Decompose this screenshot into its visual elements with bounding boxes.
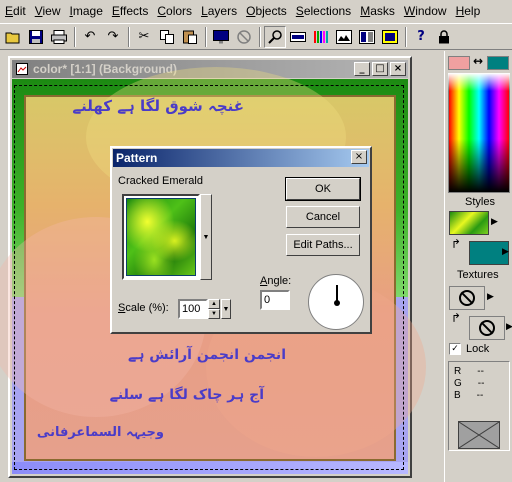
open-icon[interactable] <box>2 26 24 48</box>
dropdown-arrow-icon: ▼ <box>202 233 210 241</box>
scale-slider-button[interactable]: ▼ <box>221 299 231 319</box>
dropdown-arrow-icon: ▼ <box>222 305 230 313</box>
pattern-name: Cracked Emerald <box>118 175 203 187</box>
lock-label: Lock <box>466 343 490 355</box>
histogram-icon[interactable] <box>310 26 332 48</box>
foreground-color-swatch[interactable] <box>448 56 470 70</box>
menu-edit[interactable]: Edit <box>2 4 32 18</box>
paste-icon[interactable] <box>179 26 201 48</box>
toolbar-separator <box>128 26 130 47</box>
toolbar-separator <box>405 26 407 47</box>
toolbar-separator <box>259 26 261 47</box>
menu-bar: Edit View Image Effects Colors Layers Ob… <box>0 0 512 22</box>
print-icon[interactable] <box>48 26 70 48</box>
no-icon[interactable] <box>233 26 255 48</box>
scale-spinner[interactable]: ▲ ▼ <box>208 299 220 319</box>
screen-icon[interactable] <box>210 26 232 48</box>
style-menu-arrow-icon[interactable]: ▶ <box>491 217 498 227</box>
menu-window[interactable]: Window <box>401 4 453 18</box>
undo-icon[interactable]: ↶ <box>79 26 101 48</box>
texture-menu-arrow-icon[interactable]: ▶ <box>487 292 494 302</box>
background-texture-swatch[interactable] <box>469 316 505 340</box>
color-picker[interactable] <box>448 73 510 193</box>
maximize-button[interactable]: □ <box>372 62 388 76</box>
no-texture-icon <box>479 320 495 336</box>
menu-masks[interactable]: Masks <box>357 4 401 18</box>
swap-textures-icon[interactable]: ↱ <box>451 311 461 325</box>
spin-up-icon[interactable]: ▲ <box>208 299 220 309</box>
overview-icon[interactable] <box>379 26 401 48</box>
redo-icon[interactable]: ↷ <box>102 26 124 48</box>
workspace: color* [1:1] (Background) _ □ × غنچہ شوق… <box>0 51 442 482</box>
minimize-button[interactable]: _ <box>354 62 370 76</box>
rgb-row: R -- <box>454 366 484 377</box>
angle-input[interactable] <box>260 290 290 310</box>
document-icon <box>15 62 29 76</box>
save-icon[interactable] <box>25 26 47 48</box>
color-picker-highlight <box>448 73 510 91</box>
cancel-button[interactable]: Cancel <box>286 206 360 228</box>
rgb-row: G -- <box>454 378 485 389</box>
rgb-row: B -- <box>454 390 484 401</box>
style-menu-arrow-icon[interactable]: ▶ <box>502 247 509 257</box>
foreground-style-swatch[interactable] <box>449 211 489 235</box>
lock-icon[interactable] <box>433 26 455 48</box>
menu-selections[interactable]: Selections <box>293 4 357 18</box>
browser-icon[interactable] <box>333 26 355 48</box>
background-color-swatch[interactable] <box>487 56 509 70</box>
menu-layers[interactable]: Layers <box>198 4 243 18</box>
no-texture-icon <box>459 290 475 306</box>
toolbar-separator <box>74 26 76 47</box>
menu-image[interactable]: Image <box>67 4 109 18</box>
color-palette: ↔ Styles ▶ ↱ ▶ Textures ▶ ↱ ▶ ✓ Lock R --… <box>444 51 512 482</box>
dialog-close-button[interactable]: × <box>351 150 367 164</box>
cut-icon[interactable]: ✂ <box>133 26 155 48</box>
foreground-texture-swatch[interactable] <box>449 286 485 310</box>
angle-label: Angle: <box>260 275 292 287</box>
pattern-dropdown-button[interactable]: ▼ <box>200 194 212 280</box>
menu-help[interactable]: Help <box>453 4 487 18</box>
dialog-titlebar[interactable]: Pattern <box>113 149 369 167</box>
menu-objects[interactable]: Objects <box>243 4 293 18</box>
edit-paths-button[interactable]: Edit Paths... <box>286 234 360 256</box>
layers-palette-icon[interactable] <box>356 26 378 48</box>
toolbar: ↶ ↷ ✂ ? <box>0 23 512 50</box>
textures-label: Textures <box>457 269 499 281</box>
ok-button[interactable]: OK <box>285 177 361 201</box>
cross-icon <box>458 421 500 449</box>
menu-colors[interactable]: Colors <box>154 4 198 18</box>
close-button[interactable]: × <box>390 62 406 76</box>
spin-down-icon[interactable]: ▼ <box>208 309 220 319</box>
lock-checkbox[interactable]: ✓ <box>449 343 461 355</box>
color-preview-box <box>458 421 500 449</box>
zoom-icon[interactable] <box>264 25 286 48</box>
pattern-swatch <box>126 198 196 276</box>
angle-dial[interactable] <box>308 274 364 330</box>
menu-view[interactable]: View <box>32 4 67 18</box>
copy-icon[interactable] <box>156 26 178 48</box>
swap-colors-icon[interactable]: ↔ <box>473 54 483 68</box>
toolbar-separator <box>205 26 207 47</box>
dialog-title: Pattern <box>116 151 158 165</box>
texture-menu-arrow-icon[interactable]: ▶ <box>506 322 512 332</box>
pattern-preview[interactable] <box>122 194 200 280</box>
scale-input[interactable] <box>178 299 208 319</box>
dial-needle-icon <box>334 285 340 306</box>
help-icon[interactable]: ? <box>410 26 432 48</box>
ruler-icon[interactable] <box>287 26 309 48</box>
swap-styles-icon[interactable]: ↱ <box>451 237 461 251</box>
styles-label: Styles <box>465 196 495 208</box>
pattern-dialog[interactable]: Pattern × Cracked Emerald ▼ OK Cancel Ed… <box>110 146 372 334</box>
menu-effects[interactable]: Effects <box>109 4 154 18</box>
scale-label: Scale (%): <box>118 302 169 314</box>
